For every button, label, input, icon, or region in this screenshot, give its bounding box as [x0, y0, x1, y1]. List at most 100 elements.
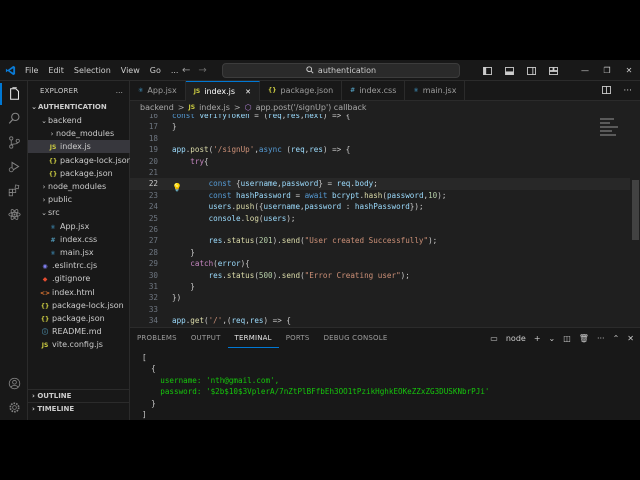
terminal-line: password: '$2b$10$3VplerA/7nZtPlBFfbEh3O… [142, 386, 489, 397]
more-actions-icon[interactable]: ··· [623, 86, 632, 96]
line-number: 17 [148, 122, 158, 132]
file-tree-item[interactable]: # index.css [28, 233, 130, 246]
line-number: 27 [148, 236, 158, 246]
file-tree-label: node_modules [56, 129, 115, 139]
kill-terminal-icon[interactable]: 🗑 [579, 334, 589, 343]
restore-button[interactable]: ❐ [596, 66, 618, 75]
customize-layout-icon[interactable] [542, 66, 564, 75]
folder-open-icon: ⌄ [41, 209, 47, 218]
menu-go[interactable]: Go [145, 60, 166, 81]
more-actions-icon[interactable]: ··· [597, 334, 605, 343]
html-file-icon: <> [40, 289, 51, 297]
line-number: 22 [148, 179, 158, 189]
letterbox-bottom [0, 420, 640, 480]
tab-index-js[interactable]: JS index.js ✕ [185, 81, 260, 102]
code-line: 27 res.status(201).send("User created Su… [130, 235, 630, 246]
tab-main-jsx[interactable]: ⚛ main.jsx [405, 81, 466, 101]
file-tree-item[interactable]: JS vite.config.js [28, 338, 130, 351]
close-panel-icon[interactable]: ✕ [627, 334, 634, 343]
code-editor[interactable]: 16 const verifyToken = (req,res,next) => … [130, 114, 630, 327]
file-tree-item[interactable]: ◉ .eslintrc.cjs [28, 259, 130, 272]
search-view-icon[interactable] [0, 107, 28, 129]
menu-edit[interactable]: Edit [43, 60, 69, 81]
file-tree-item[interactable]: JS index.js [28, 140, 130, 154]
json-file-icon: {} [48, 170, 58, 178]
workspace-root[interactable]: ⌄AUTHENTICATION [28, 101, 130, 114]
breadcrumb-symbol[interactable]: app.post('/signUp') callback [256, 101, 367, 114]
line-number: 16 [148, 114, 158, 120]
folder-icon: › [42, 196, 46, 205]
file-tree-item[interactable]: ⚛ App.jsx [28, 220, 130, 233]
tab-ports[interactable]: PORTS [279, 328, 317, 348]
source-control-icon[interactable] [0, 131, 28, 153]
settings-gear-icon[interactable] [0, 396, 28, 418]
terminal-line: username: 'nth@gmail.com', [142, 375, 489, 386]
minimap-line [600, 126, 618, 128]
tab-app-jsx[interactable]: ⚛ App.jsx [130, 81, 186, 101]
tab-debug-console[interactable]: DEBUG CONSOLE [317, 328, 395, 348]
code-text: const hashPassword = await bcrypt.hash(p… [208, 190, 447, 200]
explorer-icon[interactable] [0, 83, 28, 105]
menu-more[interactable]: ... [166, 60, 184, 81]
layout-panel-icon[interactable] [498, 66, 520, 75]
file-tree-item[interactable]: › node_modules [28, 180, 130, 193]
layout-secondary-icon[interactable] [520, 66, 542, 75]
tab-close-icon[interactable]: ✕ [245, 82, 251, 102]
editor-actions: ··· [602, 81, 632, 101]
file-tree-label: src [48, 208, 60, 218]
back-arrow-icon[interactable]: ← [182, 65, 190, 76]
file-tree-label: backend [48, 116, 82, 125]
timeline-section[interactable]: › TIMELINE [28, 402, 130, 415]
lightbulb-icon[interactable]: 💡 [172, 183, 182, 192]
terminal-shell-name[interactable]: node [506, 334, 526, 343]
breadcrumb-file[interactable]: index.js [199, 101, 230, 114]
split-terminal-icon[interactable]: ◫ [563, 334, 571, 343]
file-tree-item[interactable]: {} package-lock.json [28, 299, 130, 312]
tab-label: package.json [280, 86, 334, 95]
tab-terminal[interactable]: TERMINAL [227, 328, 279, 348]
file-tree-item[interactable]: {} package.json [28, 312, 130, 325]
file-tree-item[interactable]: <> index.html [28, 286, 130, 299]
new-terminal-icon[interactable]: + [534, 334, 541, 343]
maximize-panel-icon[interactable]: ⌃ [613, 334, 620, 343]
close-button[interactable]: ✕ [618, 66, 640, 75]
file-tree-item[interactable]: {} package-lock.json [28, 154, 130, 167]
minimize-button[interactable]: — [574, 66, 596, 75]
file-tree-item[interactable]: ◆ .gitignore [28, 272, 130, 285]
react-devtools-icon[interactable] [0, 203, 28, 225]
terminal-shell-icon: ▭ [490, 333, 498, 343]
explorer-more-button[interactable]: ... [116, 81, 123, 101]
menu-view[interactable]: View [116, 60, 145, 81]
run-debug-icon[interactable] [0, 155, 28, 177]
json-file-icon: {} [40, 316, 50, 323]
account-icon[interactable] [0, 372, 28, 394]
file-tree-item[interactable]: › public [28, 193, 130, 206]
menu-selection[interactable]: Selection [69, 60, 116, 81]
folder-icon: › [50, 130, 54, 139]
file-tree-item[interactable]: {} package.json [28, 167, 130, 180]
split-editor-icon[interactable] [602, 85, 612, 97]
layout-sidebar-icon[interactable] [476, 66, 498, 75]
code-line: 17} [130, 121, 630, 132]
vscode-logo-icon [0, 60, 20, 81]
chevron-down-icon[interactable]: ⌄ [549, 334, 556, 343]
file-tree-item[interactable]: ⌄backend [28, 114, 130, 127]
file-tree-item[interactable]: ⌄src [28, 206, 130, 219]
menu-file[interactable]: File [20, 60, 43, 81]
tab-problems[interactable]: PROBLEMS [130, 328, 184, 348]
tab-package-json[interactable]: {} package.json [260, 81, 343, 101]
tab-output[interactable]: OUTPUT [184, 328, 228, 348]
file-tree-item[interactable]: › node_modules [28, 127, 130, 140]
editor-scrollbar[interactable] [632, 180, 639, 240]
tab-index-css[interactable]: # index.css [342, 81, 406, 101]
file-tree-label: App.jsx [60, 221, 90, 231]
file-tree-item[interactable]: ⚛ main.jsx [28, 246, 130, 259]
command-center-search[interactable]: authentication [222, 63, 460, 78]
forward-arrow-icon[interactable]: → [198, 65, 206, 76]
outline-section[interactable]: › OUTLINE [28, 389, 130, 402]
file-tree-item[interactable]: ⓘ README.md [28, 325, 130, 338]
minimap-line [600, 134, 616, 136]
extensions-icon[interactable] [0, 179, 28, 201]
breadcrumb-folder[interactable]: backend [140, 101, 174, 114]
code-text: res.status(201).send("User created Succe… [208, 236, 438, 246]
